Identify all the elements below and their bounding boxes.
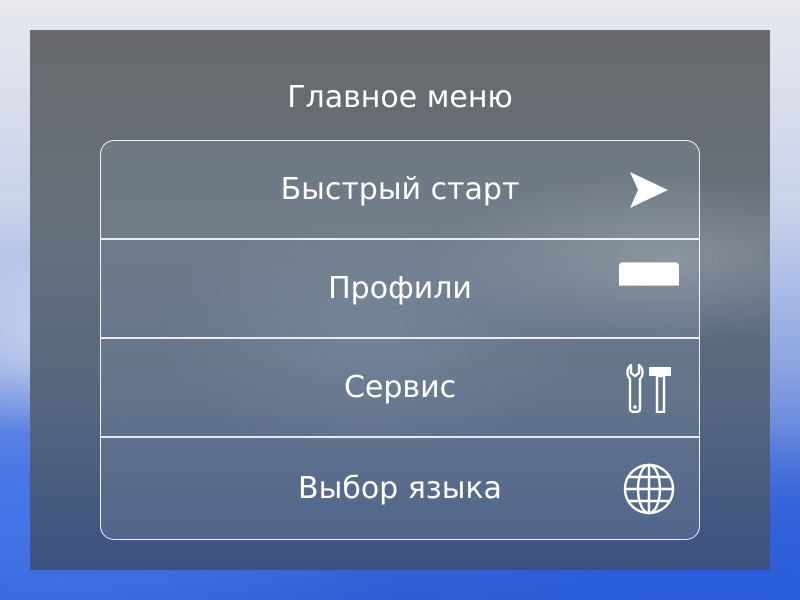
menu-item-quick-start[interactable]: Быстрый старт xyxy=(101,141,699,240)
arrow-right-icon xyxy=(619,162,679,218)
menu-item-profiles[interactable]: Профили xyxy=(101,240,699,339)
tools-icon xyxy=(619,360,679,416)
menu-item-label: Профили xyxy=(328,271,472,306)
menu-item-language[interactable]: Выбор языка xyxy=(101,438,699,539)
menu-item-service[interactable]: Сервис xyxy=(101,339,699,438)
menu-item-label: Выбор языка xyxy=(298,471,502,506)
page-title: Главное меню xyxy=(287,80,513,115)
profile-card-icon xyxy=(619,247,679,303)
main-menu-panel: Главное меню Быстрый старт Профили Серви… xyxy=(30,30,770,570)
menu-list: Быстрый старт Профили Сервис Выбор языка xyxy=(100,140,700,540)
menu-item-label: Быстрый старт xyxy=(280,172,520,207)
menu-item-label: Сервис xyxy=(343,370,457,405)
globe-icon xyxy=(619,461,679,517)
